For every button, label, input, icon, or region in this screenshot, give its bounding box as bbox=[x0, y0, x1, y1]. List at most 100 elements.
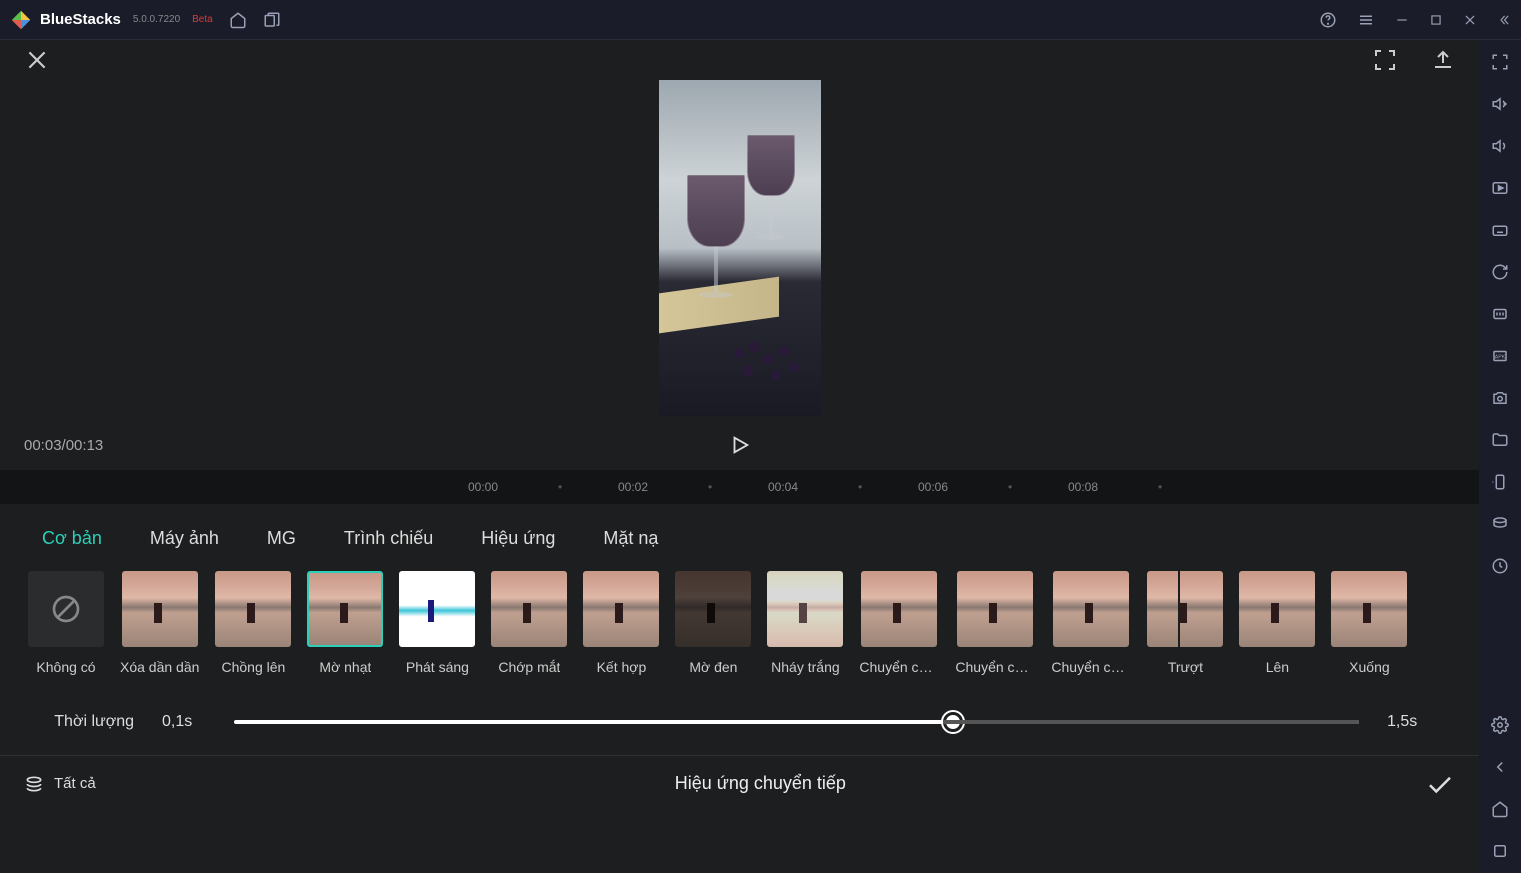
keyboard-icon[interactable] bbox=[1490, 220, 1510, 240]
effect-thumb[interactable] bbox=[675, 571, 751, 647]
effect-thumb[interactable] bbox=[1331, 571, 1407, 647]
effect-thumb[interactable] bbox=[957, 571, 1033, 647]
close-editor-icon[interactable] bbox=[24, 47, 50, 73]
play-button[interactable] bbox=[729, 434, 751, 456]
minimize-icon[interactable] bbox=[1395, 13, 1409, 27]
effect-thumb[interactable] bbox=[1053, 571, 1129, 647]
duration-label: Thời lượng bbox=[48, 713, 134, 731]
effect-thumb[interactable] bbox=[861, 571, 937, 647]
media-folder-icon[interactable] bbox=[1490, 430, 1510, 450]
lock-cursor-icon[interactable] bbox=[1490, 178, 1510, 198]
apply-to-all-button[interactable]: Tất cả bbox=[24, 774, 96, 794]
recents-icon[interactable] bbox=[1490, 841, 1510, 861]
screenshot-icon[interactable] bbox=[1490, 388, 1510, 408]
preview-toolbar bbox=[0, 40, 1479, 80]
home-icon[interactable] bbox=[229, 11, 247, 29]
menu-icon[interactable] bbox=[1357, 11, 1375, 29]
transition-effect-1[interactable]: Xóa dần dần bbox=[120, 571, 199, 675]
timeline-tick: 00:08 bbox=[1068, 480, 1098, 494]
transition-effect-6[interactable]: Kết hợp bbox=[583, 571, 659, 675]
volume-up-icon[interactable] bbox=[1490, 94, 1510, 114]
duration-slider-knob[interactable] bbox=[943, 712, 963, 732]
effect-label: Chuyển cản.. bbox=[859, 659, 939, 675]
window-controls bbox=[1319, 11, 1511, 29]
effect-thumb[interactable] bbox=[122, 571, 198, 647]
effect-label: Chuyển cản.. bbox=[1051, 659, 1131, 675]
tab-3[interactable]: Trình chiếu bbox=[344, 528, 433, 549]
fullscreen-sb-icon[interactable] bbox=[1490, 52, 1510, 72]
help-icon[interactable] bbox=[1319, 11, 1337, 29]
back-icon[interactable] bbox=[1490, 757, 1510, 777]
transition-effect-12[interactable]: Trượt bbox=[1147, 571, 1223, 675]
timeline-tick: 00:00 bbox=[468, 480, 498, 494]
effect-label: Xóa dần dần bbox=[120, 659, 199, 675]
bottom-bar: Tất cả Hiệu ứng chuyển tiếp bbox=[0, 755, 1479, 811]
transition-panel: Cơ bản Máy ảnh MG Trình chiếu Hiệu ứng Mặt nạ… bbox=[0, 504, 1479, 755]
tab-4[interactable]: Hiệu ứng bbox=[481, 528, 555, 549]
effect-thumb[interactable] bbox=[307, 571, 383, 647]
effect-thumb[interactable] bbox=[215, 571, 291, 647]
preview-area bbox=[0, 80, 1479, 420]
transition-effect-9[interactable]: Chuyển cản.. bbox=[859, 571, 939, 675]
apply-all-label: Tất cả bbox=[54, 775, 96, 792]
effect-label: Trượt bbox=[1168, 659, 1203, 675]
duration-slider[interactable] bbox=[234, 720, 1359, 724]
confirm-button[interactable] bbox=[1425, 769, 1455, 799]
multiwindow-icon[interactable] bbox=[263, 11, 281, 29]
effect-label: Không có bbox=[36, 659, 95, 675]
fullscreen-icon[interactable] bbox=[1373, 48, 1397, 72]
transition-effect-5[interactable]: Chớp mắt bbox=[491, 571, 567, 675]
settings-icon[interactable] bbox=[1490, 715, 1510, 735]
home-sb-icon[interactable] bbox=[1490, 799, 1510, 819]
tab-5[interactable]: Mặt nạ bbox=[603, 528, 658, 549]
effect-label: Nháy trắng bbox=[771, 659, 839, 675]
effect-thumb[interactable] bbox=[491, 571, 567, 647]
titlebar: BlueStacks 5.0.0.7220 Beta bbox=[0, 0, 1521, 40]
preview-frame bbox=[659, 80, 821, 416]
close-window-icon[interactable] bbox=[1463, 13, 1477, 27]
transition-effect-13[interactable]: Lên bbox=[1239, 571, 1315, 675]
none-icon bbox=[50, 593, 82, 625]
timeline-ruler[interactable]: 00:00 • 00:02 • 00:04 • 00:06 • 00:08 • bbox=[0, 470, 1479, 504]
effect-label: Chồng lên bbox=[221, 659, 285, 675]
duration-min: 0,1s bbox=[162, 713, 206, 731]
beta-badge: Beta bbox=[192, 14, 213, 25]
transition-effect-8[interactable]: Nháy trắng bbox=[767, 571, 843, 675]
maximize-icon[interactable] bbox=[1429, 13, 1443, 27]
export-icon[interactable] bbox=[1431, 48, 1455, 72]
transition-effect-11[interactable]: Chuyển cản.. bbox=[1051, 571, 1131, 675]
duration-max: 1,5s bbox=[1387, 713, 1431, 731]
transition-effect-4[interactable]: Phát sáng bbox=[399, 571, 475, 675]
video-editor: 00:03/00:13 00:00 • 00:02 • 00:04 • 00:0… bbox=[0, 40, 1479, 873]
effect-thumb[interactable] bbox=[28, 571, 104, 647]
rotate-icon[interactable] bbox=[1490, 472, 1510, 492]
transition-effect-7[interactable]: Mờ đen bbox=[675, 571, 751, 675]
effect-thumb[interactable] bbox=[583, 571, 659, 647]
transition-effect-3[interactable]: Mờ nhạt bbox=[307, 571, 383, 675]
playback-time: 00:03/00:13 bbox=[24, 437, 103, 454]
sync-icon[interactable] bbox=[1490, 262, 1510, 282]
effect-label: Xuống bbox=[1349, 659, 1389, 675]
tab-0[interactable]: Cơ bản bbox=[42, 528, 102, 549]
transition-effect-10[interactable]: Chuyển cản.. bbox=[955, 571, 1035, 675]
volume-icon[interactable] bbox=[1490, 136, 1510, 156]
collapse-sidebar-icon[interactable] bbox=[1497, 13, 1511, 27]
tab-1[interactable]: Máy ảnh bbox=[150, 528, 219, 549]
apk-icon[interactable]: APK bbox=[1490, 346, 1510, 366]
svg-text:APK: APK bbox=[1495, 354, 1506, 360]
effect-label: Mờ đen bbox=[689, 659, 737, 675]
effect-thumb[interactable] bbox=[767, 571, 843, 647]
effect-thumb[interactable] bbox=[1147, 571, 1223, 647]
right-sidebar: APK bbox=[1479, 40, 1521, 873]
location-icon[interactable] bbox=[1490, 514, 1510, 534]
tab-2[interactable]: MG bbox=[267, 528, 296, 549]
transition-effect-0[interactable]: Không có bbox=[28, 571, 104, 675]
clock-icon[interactable] bbox=[1490, 556, 1510, 576]
playback-row: 00:03/00:13 bbox=[0, 420, 1479, 470]
transition-effect-14[interactable]: Xuống bbox=[1331, 571, 1407, 675]
effect-thumb[interactable] bbox=[1239, 571, 1315, 647]
transition-effects-row: Không có Xóa dần dần Chồng lên Mờ nhạtPhát … bbox=[24, 567, 1455, 681]
transition-effect-2[interactable]: Chồng lên bbox=[215, 571, 291, 675]
macro-icon[interactable] bbox=[1490, 304, 1510, 324]
effect-thumb[interactable] bbox=[399, 571, 475, 647]
